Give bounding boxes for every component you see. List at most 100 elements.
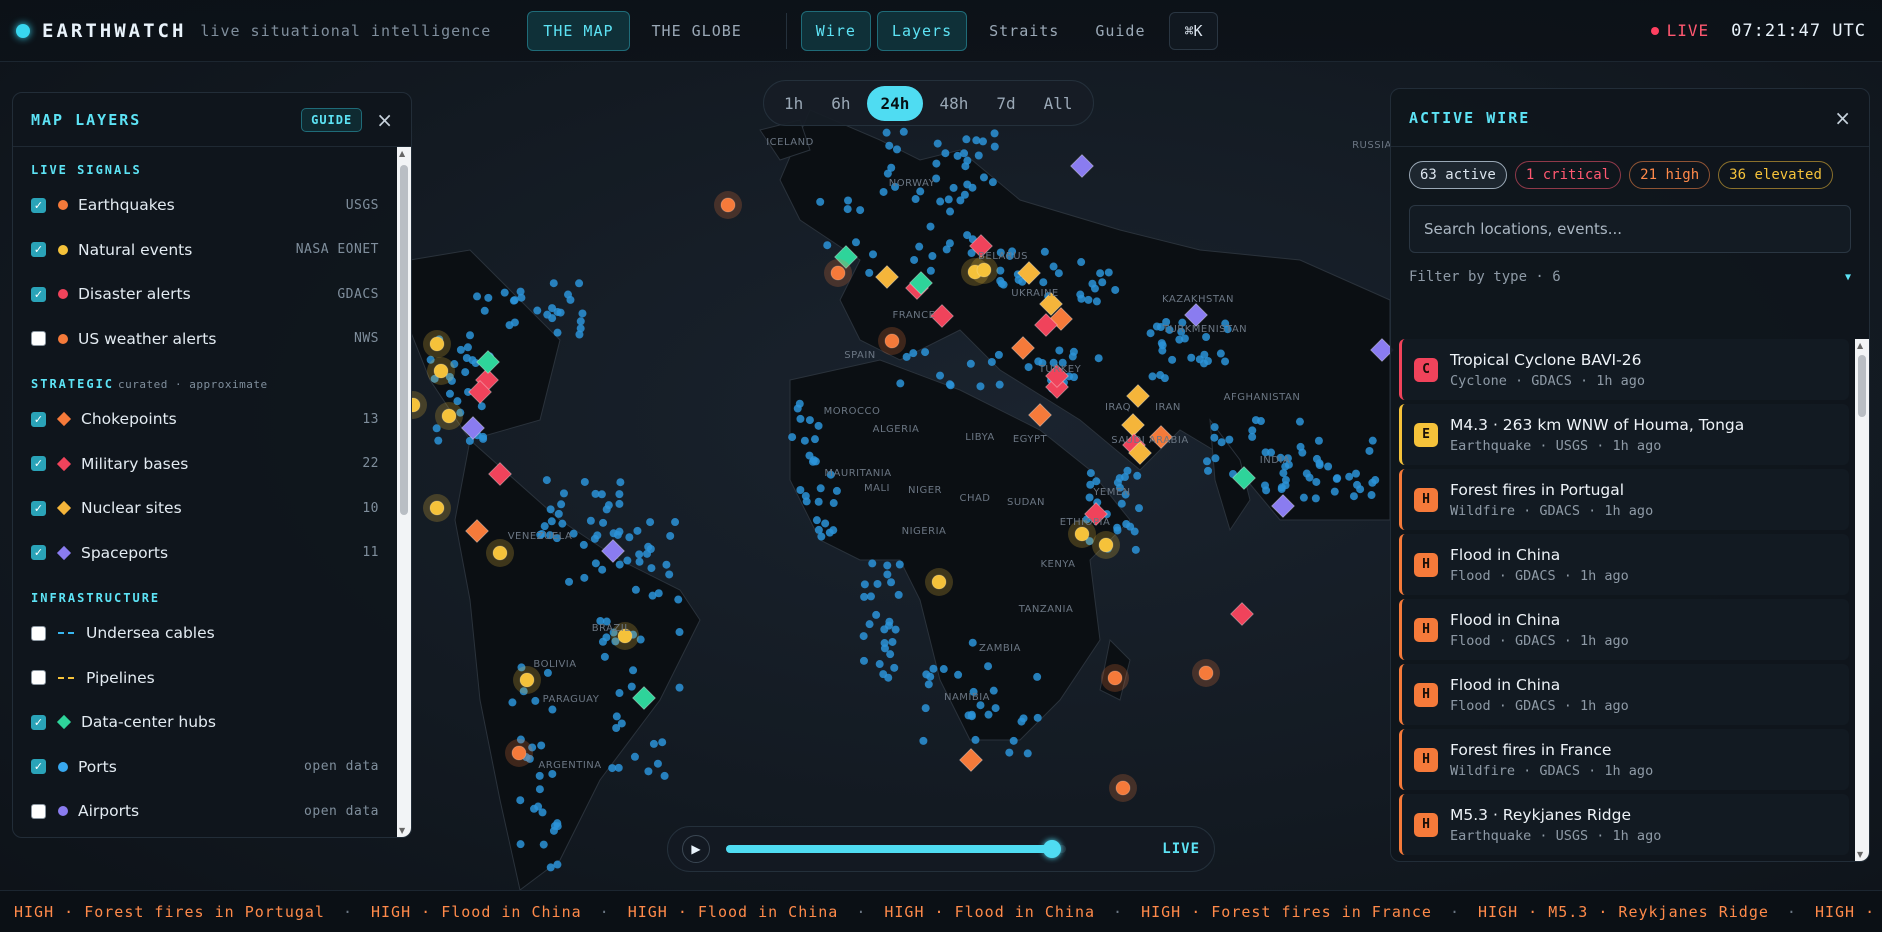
type-filter[interactable]: Filter by type · 6 ▼ — [1391, 269, 1869, 285]
wire-button[interactable]: Wire — [800, 10, 871, 51]
wire-item[interactable]: H Forest fires in Portugal Wildfire · GDAC… — [1399, 469, 1849, 530]
ticker-item[interactable]: HIGH · Flood in China · — [371, 903, 610, 921]
straits-button[interactable]: Straits — [973, 11, 1075, 51]
layer-checkbox[interactable]: ✓ — [31, 759, 46, 775]
ticker-item[interactable]: HIGH · Flood in China · — [884, 903, 1123, 921]
scroll-up-icon[interactable]: ▲ — [1857, 341, 1863, 350]
layer-checkbox[interactable] — [31, 625, 46, 641]
map-country-label: MAURITANIA — [824, 468, 891, 479]
layer-toggle-us-weather-alerts[interactable]: US weather alerts NWS — [31, 317, 379, 362]
wire-item[interactable]: H Flood in China Flood · GDACS · 1h ago — [1399, 664, 1849, 725]
wire-item[interactable]: H Forest fires in France Wildfire · GDACS … — [1399, 729, 1849, 790]
range-6h[interactable]: 6h — [819, 86, 862, 121]
scrollbar-thumb[interactable] — [400, 165, 408, 515]
severity-chip[interactable]: 21 high — [1629, 161, 1711, 189]
wire-item[interactable]: C Tropical Cyclone BAVI-26 Cyclone · GDACS… — [1399, 339, 1849, 400]
port-marker — [666, 531, 675, 540]
layer-toggle-undersea-cables[interactable]: Undersea cables — [31, 611, 379, 656]
tab-the-globe[interactable]: THE GLOBE — [636, 11, 758, 51]
scroll-down-icon[interactable]: ▼ — [1857, 850, 1863, 859]
play-icon[interactable]: ▶ — [682, 835, 710, 863]
port-marker — [665, 570, 674, 579]
port-marker — [829, 499, 838, 508]
map-country-label: ARGENTINA — [538, 760, 601, 771]
layer-checkbox[interactable]: ✓ — [31, 500, 46, 516]
map-layers-panel: MAP LAYERS GUIDE × LIVE SIGNALS ✓ Earthqua… — [12, 92, 412, 838]
layer-toggle-nuclear-sites[interactable]: ✓ Nuclear sites 10 — [31, 486, 379, 531]
port-marker — [1122, 520, 1131, 529]
layer-checkbox[interactable] — [31, 670, 46, 686]
ticker-item[interactable]: HIGH · M5.0 · Reykjan — [1815, 903, 1882, 921]
range-48h[interactable]: 48h — [927, 86, 980, 121]
close-icon[interactable]: × — [1834, 106, 1851, 130]
wire-scrollbar[interactable]: ▲ ▼ — [1855, 339, 1869, 861]
ticker-item[interactable]: HIGH · Forest fires in Portugal · — [14, 903, 353, 921]
layers-button[interactable]: Layers — [876, 10, 968, 51]
command-palette-button[interactable]: ⌘K — [1169, 11, 1218, 50]
layer-checkbox[interactable] — [31, 803, 46, 819]
scrollbar-thumb[interactable] — [1858, 355, 1866, 417]
ticker-item[interactable]: HIGH · Forest fires in France · — [1141, 903, 1460, 921]
wire-item[interactable]: H M5.3 · Reykjanes Ridge Earthquake · USGS… — [1399, 794, 1849, 855]
layer-checkbox[interactable]: ✓ — [31, 456, 46, 472]
layer-toggle-ports[interactable]: ✓ Ports open data — [31, 745, 379, 790]
wire-search-input[interactable] — [1424, 220, 1836, 238]
layer-toggle-airports[interactable]: Airports open data — [31, 789, 379, 834]
timeline-slider[interactable] — [726, 840, 1066, 858]
wire-item[interactable]: H Flood in China Flood · GDACS · 1h ago — [1399, 599, 1849, 660]
tab-the-map[interactable]: THE MAP — [527, 10, 630, 51]
layer-checkbox[interactable]: ✓ — [31, 197, 46, 213]
layer-toggle-earthquakes[interactable]: ✓ Earthquakes USGS — [31, 183, 379, 228]
timeline-handle[interactable] — [1043, 840, 1062, 858]
port-marker — [1311, 494, 1320, 503]
layer-checkbox[interactable]: ✓ — [31, 242, 46, 258]
layer-checkbox[interactable] — [31, 331, 46, 347]
wire-item[interactable]: H Flood in China Flood · GDACS · 1h ago — [1399, 534, 1849, 595]
layer-toggle-chokepoints[interactable]: ✓ Chokepoints 13 — [31, 397, 379, 442]
layer-toggle-natural-events[interactable]: ✓ Natural events NASA EONET — [31, 228, 379, 273]
port-marker — [547, 517, 556, 526]
layer-toggle-pipelines[interactable]: Pipelines — [31, 656, 379, 701]
layer-toggle-data-center-hubs[interactable]: ✓ Data-center hubs — [31, 700, 379, 745]
ticker-item[interactable]: HIGH · Flood in China · — [628, 903, 867, 921]
layer-checkbox[interactable]: ✓ — [31, 714, 46, 730]
close-icon[interactable]: × — [376, 108, 393, 132]
port-marker — [591, 559, 600, 568]
range-all[interactable]: All — [1032, 86, 1085, 121]
port-marker — [939, 665, 948, 674]
scroll-up-icon[interactable]: ▲ — [399, 149, 405, 158]
port-marker — [1055, 346, 1064, 355]
landmass — [454, 439, 701, 891]
layer-checkbox[interactable]: ✓ — [31, 286, 46, 302]
layer-toggle-spaceports[interactable]: ✓ Spaceports 11 — [31, 531, 379, 576]
chevron-down-icon[interactable]: ▼ — [1845, 272, 1851, 283]
layers-scrollbar[interactable]: ▲ ▼ — [397, 147, 411, 837]
ticker-item[interactable]: HIGH · M5.3 · Reykjanes Ridge · — [1478, 903, 1797, 921]
ticker-severity: HIGH — [1814, 902, 1856, 921]
layer-toggle-military-bases[interactable]: ✓ Military bases 22 — [31, 442, 379, 487]
port-marker — [1356, 485, 1365, 494]
layer-toggle-disaster-alerts[interactable]: ✓ Disaster alerts GDACS — [31, 272, 379, 317]
guide-button[interactable]: Guide — [1079, 11, 1161, 51]
range-1h[interactable]: 1h — [772, 86, 815, 121]
port-marker — [580, 477, 589, 486]
wire-item-title: Forest fires in Portugal — [1450, 480, 1625, 499]
range-24h[interactable]: 24h — [866, 85, 924, 121]
layers-panel-header: MAP LAYERS GUIDE × — [13, 93, 411, 147]
layers-guide-button[interactable]: GUIDE — [301, 107, 363, 132]
timeline-live-label[interactable]: LIVE — [1162, 841, 1200, 857]
port-marker — [1345, 472, 1354, 481]
port-marker — [466, 331, 475, 340]
port-marker — [543, 310, 552, 319]
range-7d[interactable]: 7d — [984, 86, 1027, 121]
wire-item[interactable]: E M4.3 · 263 km WNW of Houma, Tonga Earthq… — [1399, 404, 1849, 465]
top-bar: EARTHWATCH live situational intelligence… — [0, 0, 1882, 62]
layer-checkbox[interactable]: ✓ — [31, 411, 46, 427]
severity-chip[interactable]: 36 elevated — [1718, 161, 1833, 189]
event-marker — [429, 336, 445, 352]
scroll-down-icon[interactable]: ▼ — [399, 826, 405, 835]
port-marker — [932, 159, 941, 168]
layer-checkbox[interactable]: ✓ — [31, 545, 46, 561]
severity-chip[interactable]: 1 critical — [1514, 161, 1622, 189]
severity-chip[interactable]: 63 active — [1409, 161, 1507, 189]
